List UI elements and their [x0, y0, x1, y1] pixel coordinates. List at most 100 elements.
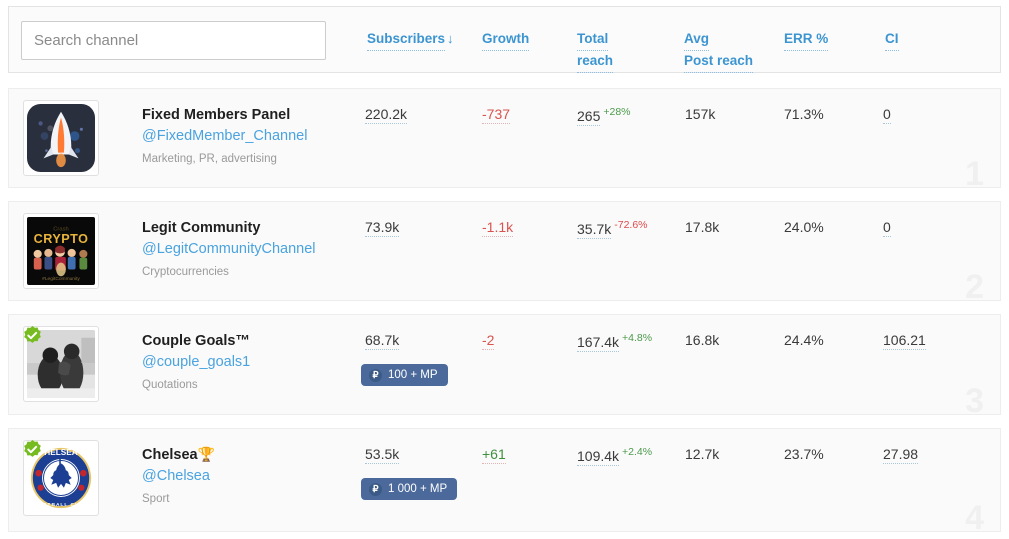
cell-avg-post-reach: 16.8k: [685, 332, 719, 348]
search-field-wrapper: [21, 21, 326, 60]
channel-handle-link[interactable]: @FixedMember_Channel: [142, 127, 357, 146]
cell-subscribers: 53.5k: [365, 446, 400, 464]
total-reach-delta: +28%: [603, 106, 631, 118]
avatar[interactable]: [23, 100, 99, 176]
cell-total-reach: 109.4k +2.4%: [577, 446, 652, 466]
channel-info: Chelsea🏆 @Chelsea Sport: [142, 445, 357, 506]
err-value: 23.7%: [784, 446, 824, 462]
cell-avg-post-reach: 17.8k: [685, 219, 719, 235]
subscribers-value[interactable]: 73.9k: [365, 219, 400, 237]
currency-coin-icon: ₽: [369, 368, 382, 382]
cell-avg-post-reach: 12.7k: [685, 446, 719, 462]
cell-err: 24.0%: [784, 219, 824, 235]
cell-avg-post-reach: 157k: [685, 106, 715, 122]
sort-descending-icon[interactable]: ↓: [445, 31, 454, 46]
err-value: 24.4%: [784, 332, 824, 348]
cell-total-reach: 265 +28%: [577, 106, 631, 126]
ci-value[interactable]: 0: [883, 106, 891, 124]
channel-info: Legit Community @LegitCommunityChannel C…: [142, 218, 357, 279]
cell-subscribers: 68.7k: [365, 332, 400, 350]
cell-growth: -1.1k: [482, 219, 514, 237]
channel-handle-link[interactable]: @LegitCommunityChannel: [142, 240, 357, 259]
channel-category: Sport: [142, 493, 170, 505]
channel-title: Fixed Members Panel: [142, 107, 291, 123]
channel-handle-link[interactable]: @Chelsea: [142, 467, 357, 486]
cell-subscribers: 73.9k: [365, 219, 400, 237]
cell-ci: 0: [883, 106, 891, 124]
channel-title: Legit Community: [142, 220, 261, 236]
avg-post-reach-value: 157k: [685, 106, 716, 122]
table-row[interactable]: HELSEA FOOTBALL CLUB Chelsea🏆 @Chelsea S…: [8, 428, 1001, 532]
sort-link-total-reach-line1[interactable]: Total: [577, 29, 609, 51]
total-reach-value[interactable]: 167.4k: [577, 334, 620, 352]
cell-total-reach: 35.7k -72.6%: [577, 219, 648, 239]
column-header-avg-post-reach: Avg Post reach: [684, 29, 774, 73]
sort-link-avg-line2[interactable]: Post reach: [684, 51, 754, 73]
rocket-dark-avatar-art: [27, 104, 95, 172]
growth-value[interactable]: -737: [482, 106, 511, 124]
total-reach-value[interactable]: 35.7k: [577, 221, 612, 239]
subscribers-value[interactable]: 220.2k: [365, 106, 408, 124]
column-header-subscribers: Subscribers ↓: [367, 29, 454, 51]
growth-value[interactable]: -1.1k: [482, 219, 514, 237]
svg-text:FOOTBALL CLUB: FOOTBALL CLUB: [34, 502, 88, 508]
cell-ci: 106.21: [883, 332, 926, 350]
avatar-image: Crash CRYPTO #LegitCommunity: [27, 217, 95, 285]
total-reach-delta: +4.8%: [622, 332, 653, 344]
cell-total-reach: 167.4k +4.8%: [577, 332, 652, 352]
ci-value[interactable]: 0: [883, 219, 891, 237]
cell-err: 71.3%: [784, 106, 824, 122]
cell-growth: -2: [482, 332, 495, 350]
table-row[interactable]: Crash CRYPTO #LegitCommunity Legit Commu…: [8, 201, 1001, 301]
table-row[interactable]: Fixed Members Panel @FixedMember_Channel…: [8, 88, 1001, 188]
svg-text:CRYPTO: CRYPTO: [34, 232, 89, 246]
column-header-err: ERR %: [784, 29, 829, 51]
subscribers-value[interactable]: 68.7k: [365, 332, 400, 350]
total-reach-delta: +2.4%: [622, 446, 653, 458]
channel-category: Quotations: [142, 379, 198, 391]
cell-ci: 0: [883, 219, 891, 237]
svg-text:#LegitCommunity: #LegitCommunity: [42, 276, 80, 282]
channel-info: Fixed Members Panel @FixedMember_Channel…: [142, 105, 357, 166]
growth-value[interactable]: +61: [482, 446, 506, 464]
growth-value[interactable]: -2: [482, 332, 495, 350]
sort-link-ci[interactable]: CI: [885, 29, 899, 51]
cell-err: 24.4%: [784, 332, 824, 348]
cell-growth: +61: [482, 446, 506, 464]
sort-link-avg-line1[interactable]: Avg: [684, 29, 710, 51]
currency-coin-icon: ₽: [369, 482, 382, 496]
cell-ci: 27.98: [883, 446, 919, 464]
sort-link-total-reach-line2[interactable]: reach: [577, 51, 614, 73]
sort-link-subscribers[interactable]: Subscribers: [367, 29, 446, 51]
avg-post-reach-value: 12.7k: [685, 446, 720, 462]
avatar[interactable]: Crash CRYPTO #LegitCommunity: [23, 213, 99, 289]
column-header-ci: CI: [885, 29, 899, 51]
channel-catalog-page: Subscribers↓ Growth Total reach Avg Post…: [0, 0, 1009, 539]
ci-value[interactable]: 27.98: [883, 446, 919, 464]
mp-badge-label: 100 + MP: [388, 369, 438, 381]
filter-bar: Subscribers↓ Growth Total reach Avg Post…: [8, 6, 1001, 73]
channel-handle-link[interactable]: @couple_goals1: [142, 353, 357, 372]
channel-info: Couple Goals™ @couple_goals1 Quotations: [142, 331, 357, 392]
mp-badge[interactable]: ₽ 1 000 + MP: [361, 478, 458, 500]
channel-category: Cryptocurrencies: [142, 266, 229, 278]
verified-badge-icon: [24, 440, 41, 457]
column-header-total-reach: Total reach: [577, 29, 637, 73]
avg-post-reach-value: 17.8k: [685, 219, 720, 235]
err-value: 71.3%: [784, 106, 824, 122]
total-reach-value[interactable]: 109.4k: [577, 448, 620, 466]
sort-link-err[interactable]: ERR %: [784, 29, 829, 51]
channel-title: Chelsea🏆: [142, 446, 216, 463]
mp-badge[interactable]: ₽ 100 + MP: [361, 364, 448, 386]
row-rank-number: 4: [965, 499, 984, 532]
search-input[interactable]: [21, 21, 326, 60]
total-reach-value[interactable]: 265: [577, 108, 601, 126]
subscribers-value[interactable]: 53.5k: [365, 446, 400, 464]
cell-growth: -737: [482, 106, 511, 124]
sort-link-growth[interactable]: Growth: [482, 29, 530, 51]
avatar[interactable]: [23, 326, 99, 402]
table-row[interactable]: Couple Goals™ @couple_goals1 Quotations …: [8, 314, 1001, 415]
ci-value[interactable]: 106.21: [883, 332, 926, 350]
avatar[interactable]: HELSEA FOOTBALL CLUB: [23, 440, 99, 516]
avatar-image: [27, 104, 95, 172]
